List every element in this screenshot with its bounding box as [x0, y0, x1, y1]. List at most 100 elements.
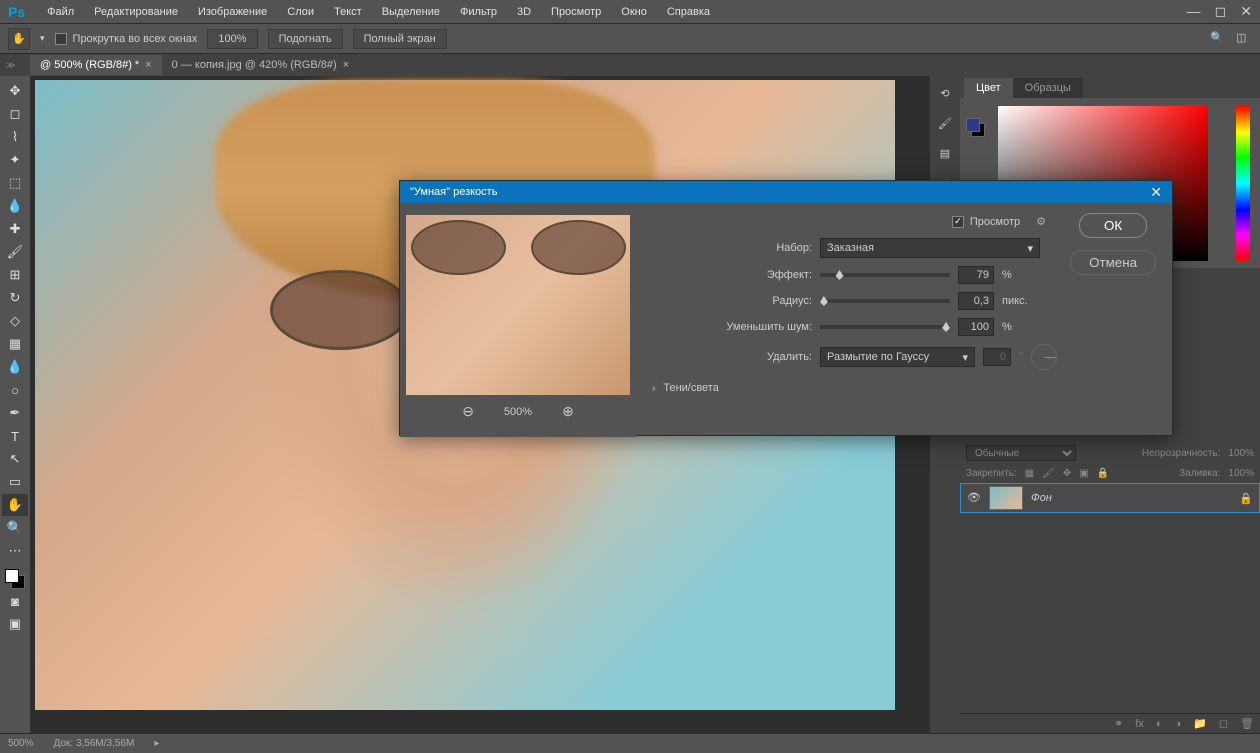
zoom-tool[interactable]: 🔍	[2, 517, 28, 539]
fit-button[interactable]: Подогнать	[268, 29, 343, 49]
quickmask-tool[interactable]: ◙	[2, 590, 28, 612]
menu-type[interactable]: Текст	[324, 2, 372, 22]
menu-image[interactable]: Изображение	[188, 2, 277, 22]
shadows-highlights-toggle[interactable]: › Тени/света	[652, 382, 1156, 394]
move-tool[interactable]: ✥	[2, 80, 28, 102]
history-brush-tool[interactable]: ↻	[2, 287, 28, 309]
pen-tool[interactable]: ✒	[2, 402, 28, 424]
lock-brush-icon[interactable]: 🖌	[1042, 468, 1055, 479]
chevron-down-icon[interactable]: ▾	[40, 33, 45, 44]
menu-file[interactable]: Файл	[37, 2, 84, 22]
fill-value[interactable]: 100%	[1228, 468, 1254, 479]
history-icon[interactable]: ⟲	[936, 84, 954, 102]
preview-image[interactable]	[406, 215, 630, 395]
screenmode-tool[interactable]: ▣	[2, 613, 28, 635]
radius-unit: пикс.	[1002, 295, 1028, 307]
ok-button[interactable]: ОК	[1079, 213, 1147, 238]
adjustment-icon[interactable]: ◑	[1175, 718, 1182, 730]
menu-help[interactable]: Справка	[657, 2, 720, 22]
brush-tool[interactable]: 🖌	[2, 241, 28, 263]
type-tool[interactable]: T	[2, 425, 28, 447]
lock-all-icon[interactable]: 🔒	[1097, 468, 1109, 479]
zoom-out-icon[interactable]: ⊖	[462, 403, 474, 420]
hue-slider[interactable]	[1236, 106, 1250, 261]
brushes-icon[interactable]: ▤	[936, 144, 954, 162]
mask-icon[interactable]: ◐	[1156, 718, 1163, 730]
noise-input[interactable]	[958, 318, 994, 336]
shape-tool[interactable]: ▭	[2, 471, 28, 493]
gradient-tool[interactable]: ▦	[2, 333, 28, 355]
zoom-value-button[interactable]: 100%	[207, 29, 257, 49]
group-icon[interactable]: 📁	[1193, 717, 1207, 730]
hand-tool-icon[interactable]: ✋	[8, 28, 30, 50]
stamp-tool[interactable]: ⊞	[2, 264, 28, 286]
more-tools-icon[interactable]: ⋯	[2, 540, 28, 562]
menu-filter[interactable]: Фильтр	[450, 2, 507, 22]
zoom-in-icon[interactable]: ⊕	[562, 403, 574, 420]
search-icon[interactable]: 🔍	[1210, 31, 1226, 47]
remove-select[interactable]: Размытие по Гауссу▾	[820, 347, 975, 367]
dodge-tool[interactable]: ○	[2, 379, 28, 401]
opacity-value[interactable]: 100%	[1228, 448, 1254, 459]
layer-row[interactable]: 👁 Фон 🔒	[960, 483, 1260, 513]
menu-edit[interactable]: Редактирование	[84, 2, 188, 22]
menu-select[interactable]: Выделение	[372, 2, 450, 22]
brush-settings-icon[interactable]: 🖌	[936, 114, 954, 132]
delete-icon[interactable]: 🗑	[1240, 717, 1254, 730]
path-tool[interactable]: ↖	[2, 448, 28, 470]
lock-position-icon[interactable]: ✥	[1063, 468, 1071, 479]
dialog-titlebar[interactable]: "Умная" резкость ✕	[400, 181, 1172, 203]
radius-slider[interactable]	[820, 299, 950, 303]
preset-select[interactable]: Заказная▾	[820, 238, 1040, 258]
blend-mode-select[interactable]: Обычные	[966, 445, 1076, 461]
layer-thumbnail[interactable]	[989, 486, 1023, 510]
menu-view[interactable]: Просмотр	[541, 2, 611, 22]
eraser-tool[interactable]: ◇	[2, 310, 28, 332]
fx-icon[interactable]: fx	[1135, 718, 1144, 730]
dialog-close-icon[interactable]: ✕	[1150, 184, 1162, 201]
marquee-tool[interactable]: ◻	[2, 103, 28, 125]
layer-name[interactable]: Фон	[1031, 492, 1052, 504]
color-tab[interactable]: Цвет	[964, 78, 1013, 98]
noise-label: Уменьшить шум:	[652, 321, 812, 333]
document-tab-1[interactable]: @ 500% (RGB/8#) * ×	[30, 55, 162, 75]
lock-artboard-icon[interactable]: ▣	[1079, 468, 1088, 479]
wand-tool[interactable]: ✦	[2, 149, 28, 171]
fg-color-swatch[interactable]	[966, 118, 980, 132]
scroll-all-checkbox[interactable]: Прокрутка во всех окнах	[55, 33, 198, 45]
crop-tool[interactable]: ⬚	[2, 172, 28, 194]
preview-checkbox[interactable]: ✓ Просмотр	[952, 216, 1020, 228]
close-icon[interactable]: ✕	[1240, 3, 1252, 20]
minimize-icon[interactable]: —	[1187, 3, 1201, 20]
document-tab-2[interactable]: 0 — копия.jpg @ 420% (RGB/8#) ×	[162, 55, 359, 75]
status-arrow-icon[interactable]: ▸	[154, 738, 159, 749]
panel-toggle-icon[interactable]: ◫	[1236, 31, 1252, 47]
effect-input[interactable]	[958, 266, 994, 284]
status-zoom[interactable]: 500%	[8, 738, 34, 749]
menu-layer[interactable]: Слои	[277, 2, 324, 22]
status-doc[interactable]: Док: 3,56M/3,56M	[54, 738, 135, 749]
fullscreen-button[interactable]: Полный экран	[353, 29, 447, 49]
color-swatches[interactable]	[5, 569, 25, 589]
new-layer-icon[interactable]: ◻	[1219, 717, 1228, 730]
lock-pixels-icon[interactable]: ▦	[1025, 468, 1034, 479]
hand-tool[interactable]: ✋	[2, 494, 28, 516]
radius-input[interactable]	[958, 292, 994, 310]
tab-close-icon[interactable]: ×	[145, 59, 151, 71]
lasso-tool[interactable]: ⌇	[2, 126, 28, 148]
swatches-tab[interactable]: Образцы	[1013, 78, 1083, 98]
cancel-button[interactable]: Отмена	[1070, 250, 1156, 275]
maximize-icon[interactable]: ◻	[1215, 3, 1227, 20]
effect-slider[interactable]	[820, 273, 950, 277]
blur-tool[interactable]: 💧	[2, 356, 28, 378]
gear-icon[interactable]: ⚙	[1036, 215, 1046, 228]
eyedropper-tool[interactable]: 💧	[2, 195, 28, 217]
link-icon[interactable]: ⚭	[1114, 717, 1123, 730]
menu-window[interactable]: Окно	[611, 2, 657, 22]
noise-slider[interactable]	[820, 325, 950, 329]
healing-tool[interactable]: ✚	[2, 218, 28, 240]
visibility-icon[interactable]: 👁	[967, 491, 981, 505]
tab-expand-icon[interactable]: ≫	[6, 60, 15, 71]
menu-3d[interactable]: 3D	[507, 2, 541, 22]
tab-close-icon[interactable]: ×	[343, 59, 349, 71]
